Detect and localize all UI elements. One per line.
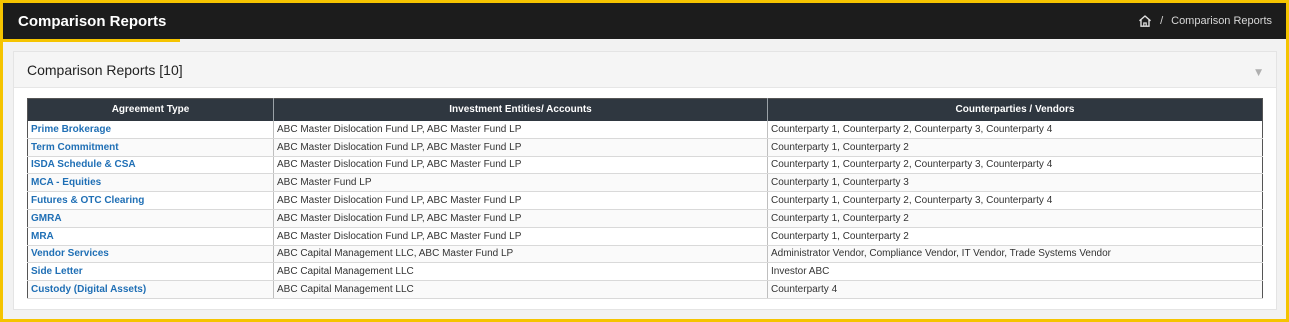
table-row: Custody (Digital Assets) ABC Capital Man…: [27, 280, 1263, 299]
counterparties-cell: Counterparty 1, Counterparty 2: [767, 138, 1263, 157]
table-row: Vendor Services ABC Capital Management L…: [27, 245, 1263, 264]
counterparties-cell: Counterparty 1, Counterparty 2, Counterp…: [767, 120, 1263, 139]
investment-entities-cell: ABC Master Dislocation Fund LP, ABC Mast…: [273, 227, 768, 246]
chevron-down-icon[interactable]: ▼: [1255, 68, 1262, 78]
agreement-type-link[interactable]: GMRA: [27, 209, 274, 228]
counterparties-cell: Counterparty 4: [767, 280, 1263, 299]
column-header-investment-entities[interactable]: Investment Entities/ Accounts: [273, 98, 768, 121]
table-row: Side Letter ABC Capital Management LLC I…: [27, 262, 1263, 282]
table-row: GMRA ABC Master Dislocation Fund LP, ABC…: [27, 209, 1263, 228]
app-frame: Comparison Reports / Comparison Reports …: [3, 3, 1286, 319]
investment-entities-cell: ABC Capital Management LLC: [273, 262, 768, 282]
page-title: Comparison Reports: [18, 12, 167, 30]
breadcrumb-separator: /: [1160, 15, 1164, 27]
investment-entities-cell: ABC Master Dislocation Fund LP, ABC Mast…: [273, 209, 768, 228]
reports-table-container: Agreement Type Investment Entities/ Acco…: [27, 98, 1263, 299]
counterparties-cell: Counterparty 1, Counterparty 2: [767, 227, 1263, 246]
investment-entities-cell: ABC Master Dislocation Fund LP, ABC Mast…: [273, 120, 768, 139]
counterparties-cell: Administrator Vendor, Compliance Vendor,…: [767, 245, 1263, 264]
agreement-type-link[interactable]: Prime Brokerage: [27, 120, 274, 139]
table-row: MCA - Equities ABC Master Fund LP Counte…: [27, 173, 1263, 193]
table-row: ISDA Schedule & CSA ABC Master Dislocati…: [27, 156, 1263, 175]
agreement-type-link[interactable]: Side Letter: [27, 262, 274, 282]
investment-entities-cell: ABC Master Fund LP: [273, 173, 768, 193]
table-header-row: Agreement Type Investment Entities/ Acco…: [27, 98, 1263, 121]
agreement-type-link[interactable]: ISDA Schedule & CSA: [27, 156, 274, 175]
card-header[interactable]: Comparison Reports [10] ▼: [14, 52, 1276, 88]
agreement-type-link[interactable]: Custody (Digital Assets): [27, 280, 274, 299]
counterparties-cell: Counterparty 1, Counterparty 2, Counterp…: [767, 191, 1263, 210]
investment-entities-cell: ABC Master Dislocation Fund LP, ABC Mast…: [273, 156, 768, 175]
breadcrumb: / Comparison Reports: [1138, 14, 1272, 28]
top-bar: Comparison Reports / Comparison Reports: [3, 3, 1286, 42]
counterparties-cell: Counterparty 1, Counterparty 3: [767, 173, 1263, 193]
active-tab-underline: [3, 39, 180, 42]
counterparties-cell: Counterparty 1, Counterparty 2, Counterp…: [767, 156, 1263, 175]
breadcrumb-current: Comparison Reports: [1171, 15, 1272, 27]
table-row: Futures & OTC Clearing ABC Master Disloc…: [27, 191, 1263, 210]
reports-table: Agreement Type Investment Entities/ Acco…: [27, 98, 1263, 299]
column-header-counterparties[interactable]: Counterparties / Vendors: [767, 98, 1263, 121]
agreement-type-link[interactable]: Term Commitment: [27, 138, 274, 157]
agreement-type-link[interactable]: Vendor Services: [27, 245, 274, 264]
investment-entities-cell: ABC Master Dislocation Fund LP, ABC Mast…: [273, 138, 768, 157]
investment-entities-cell: ABC Master Dislocation Fund LP, ABC Mast…: [273, 191, 768, 210]
comparison-reports-card: Comparison Reports [10] ▼ Agreement Type…: [13, 51, 1277, 310]
table-row: MRA ABC Master Dislocation Fund LP, ABC …: [27, 227, 1263, 246]
card-title: Comparison Reports [10]: [27, 61, 183, 78]
column-header-agreement-type[interactable]: Agreement Type: [27, 98, 274, 121]
table-row: Term Commitment ABC Master Dislocation F…: [27, 138, 1263, 157]
table-row: Prime Brokerage ABC Master Dislocation F…: [27, 120, 1263, 139]
agreement-type-link[interactable]: MRA: [27, 227, 274, 246]
home-icon[interactable]: [1138, 14, 1152, 28]
counterparties-cell: Investor ABC: [767, 262, 1263, 282]
agreement-type-link[interactable]: Futures & OTC Clearing: [27, 191, 274, 210]
investment-entities-cell: ABC Capital Management LLC: [273, 280, 768, 299]
agreement-type-link[interactable]: MCA - Equities: [27, 173, 274, 193]
investment-entities-cell: ABC Capital Management LLC, ABC Master F…: [273, 245, 768, 264]
counterparties-cell: Counterparty 1, Counterparty 2: [767, 209, 1263, 228]
